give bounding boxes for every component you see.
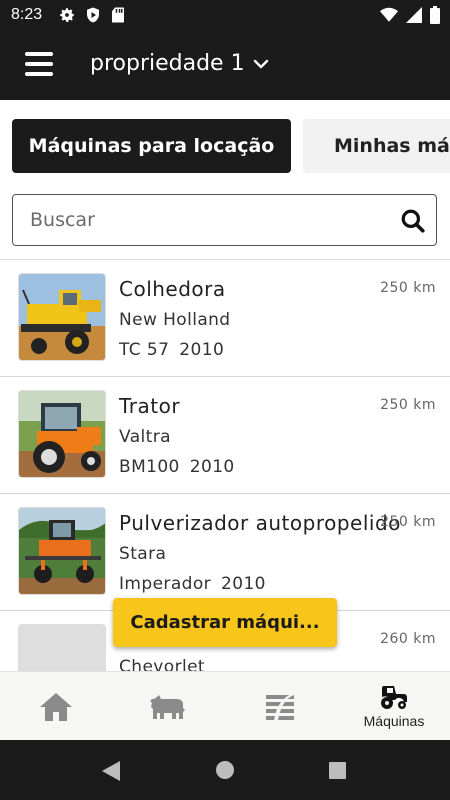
register-machine-button[interactable]: Cadastrar máqui...	[113, 598, 337, 647]
list-item[interactable]: Colhedora New Holland TC 57 2010 250 km	[0, 260, 450, 377]
recents-icon[interactable]	[329, 762, 346, 779]
cattle-icon	[150, 694, 185, 719]
battery-icon	[430, 6, 440, 24]
machine-title: Colhedora	[119, 277, 226, 301]
search-box	[12, 194, 437, 246]
property-selector[interactable]: propriedade 1	[90, 51, 269, 76]
status-notification-icons	[58, 6, 126, 24]
machine-distance: 250 km	[380, 397, 436, 413]
machine-year: 2010	[189, 457, 235, 477]
shield-play-icon	[87, 7, 99, 23]
machine-brand: New Holland	[119, 310, 231, 330]
search-icon[interactable]	[400, 208, 426, 234]
status-system-icons	[380, 6, 440, 24]
machine-distance: 260 km	[380, 631, 436, 647]
field-rows-icon	[266, 692, 294, 721]
sprayer-photo	[18, 507, 106, 595]
tractor-icon	[381, 686, 407, 709]
system-navigation-bar	[0, 740, 450, 800]
cellular-signal-icon	[406, 7, 422, 23]
machine-year: 2010	[221, 574, 266, 594]
status-bar: 8:23	[0, 0, 450, 32]
tab-machines-for-rent[interactable]: Máquinas para locação	[12, 119, 291, 173]
machine-model: BM100	[119, 457, 180, 477]
machine-distance: 250 km	[380, 280, 436, 296]
nav-fields[interactable]	[224, 672, 336, 741]
machine-title: Pulverizador autopropelido	[119, 511, 401, 535]
list-item[interactable]: Pulverizador autopropelido Stara Imperad…	[0, 494, 450, 611]
status-time: 8:23	[11, 6, 43, 23]
app-bar: propriedade 1	[0, 32, 450, 100]
nav-home[interactable]	[0, 672, 112, 741]
combine-harvester-photo	[18, 273, 106, 361]
image-placeholder	[18, 624, 106, 671]
machine-year: 2010	[179, 340, 225, 360]
bottom-navigation: Máquinas	[0, 671, 450, 740]
settings-icon	[60, 8, 74, 22]
back-icon[interactable]	[102, 761, 120, 781]
machine-model-year: Imperador 2010	[119, 574, 266, 594]
tab-my-machines[interactable]: Minhas máquinas	[303, 119, 450, 173]
machine-brand: Valtra	[119, 427, 171, 447]
home-button-icon[interactable]	[216, 761, 234, 779]
machine-brand: Stara	[119, 544, 167, 564]
nav-machines[interactable]: Máquinas	[338, 672, 450, 741]
sd-card-icon	[112, 7, 124, 23]
machine-model-year: TC 57 2010	[119, 340, 224, 360]
nav-label: Máquinas	[363, 713, 425, 729]
list-item[interactable]: Trator Valtra BM100 2010 250 km	[0, 377, 450, 494]
machine-model: Imperador	[119, 574, 212, 594]
wifi-icon	[380, 7, 398, 22]
chevron-down-icon	[253, 59, 268, 68]
nav-cattle[interactable]	[112, 672, 224, 741]
machine-model-year: BM100 2010	[119, 457, 235, 477]
register-machine-label: Cadastrar máqui...	[130, 612, 320, 633]
machine-distance: 250 km	[380, 514, 436, 530]
tab-bar: Máquinas para locação Minhas máquinas	[0, 100, 450, 190]
machine-title: Trator	[119, 394, 181, 418]
tractor-photo	[18, 390, 106, 478]
property-name: propriedade 1	[90, 51, 245, 76]
search-input[interactable]	[30, 205, 390, 235]
tab-label: Minhas máquinas	[334, 135, 450, 157]
hamburger-menu-icon[interactable]	[25, 52, 53, 78]
tab-label: Máquinas para locação	[28, 135, 275, 157]
machine-brand: Chevorlet	[119, 657, 206, 671]
home-icon	[40, 692, 72, 721]
machine-model: TC 57	[119, 340, 170, 360]
